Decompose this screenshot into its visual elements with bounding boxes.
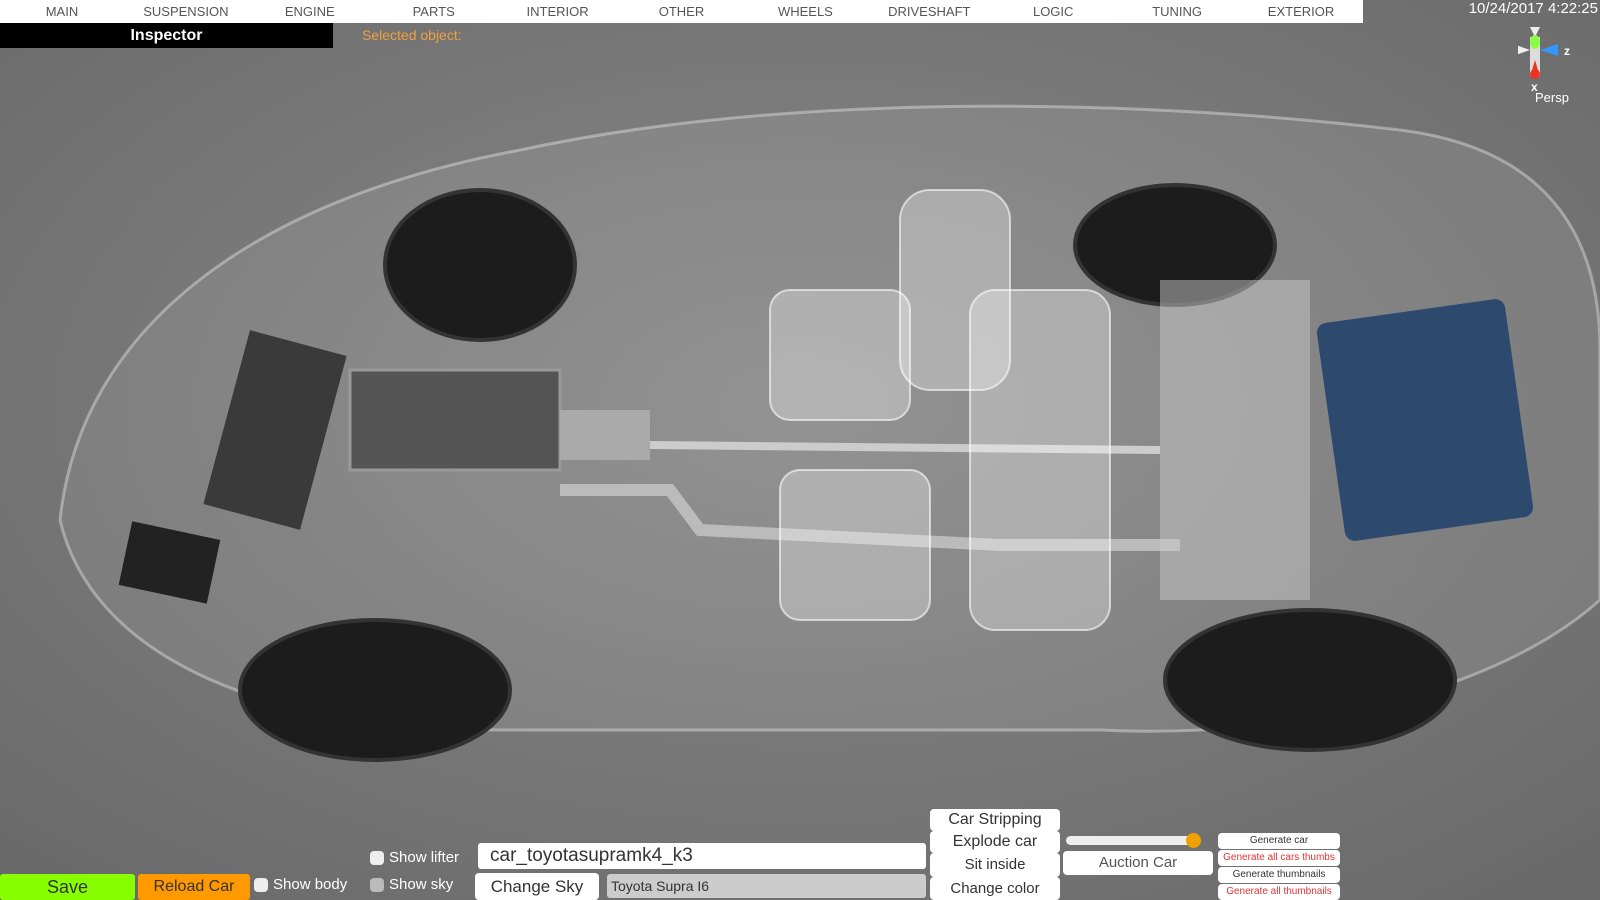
checkbox-box[interactable] [370,850,384,865]
tab-parts[interactable]: PARTS [372,0,496,23]
change-sky-button[interactable]: Change Sky [475,873,599,900]
axis-z-label: z [1564,44,1570,58]
car-name-dropdown[interactable]: Toyota Supra I6 [607,874,926,898]
explode-car-button[interactable]: Explode car [930,831,1060,853]
show-lifter-label: Show lifter [389,849,460,866]
inspector-header: Inspector [0,23,333,48]
tab-other[interactable]: OTHER [620,0,744,23]
fuel-tank [1316,299,1534,541]
rear-suspension [1160,280,1310,600]
engine [348,368,562,472]
tab-engine[interactable]: ENGINE [248,0,372,23]
show-lifter-checkbox[interactable]: Show lifter [370,849,459,866]
car-id-input[interactable]: car_toyotasupramk4_k3 [478,843,926,869]
generate-thumbnails-button[interactable]: Generate thumbnails [1218,867,1340,883]
tab-wheels[interactable]: WHEELS [743,0,867,23]
reload-car-button[interactable]: Reload Car [138,874,250,900]
tab-interior[interactable]: INTERIOR [496,0,620,23]
auction-car-button[interactable]: Auction Car [1063,851,1213,875]
tab-logic[interactable]: LOGIC [991,0,1115,23]
save-button[interactable]: Save [0,874,135,900]
selected-object-label: Selected object: [362,27,462,43]
tab-main[interactable]: MAIN [0,0,124,23]
3d-viewport[interactable] [0,0,1600,900]
slider-track[interactable] [1066,836,1200,845]
show-sky-checkbox[interactable]: Show sky [370,876,453,893]
show-sky-label: Show sky [389,876,454,893]
generate-car-button[interactable]: Generate car [1218,833,1340,849]
checkbox-box[interactable] [254,877,268,892]
tab-suspension[interactable]: SUSPENSION [124,0,248,23]
change-color-button[interactable]: Change color [930,877,1060,900]
tab-driveshaft[interactable]: DRIVESHAFT [867,0,991,23]
projection-label[interactable]: Persp [1535,90,1569,105]
show-body-label: Show body [273,876,348,893]
generate-all-cars-thumbs-button[interactable]: Generate all cars thumbs [1218,850,1340,866]
car-stripping-button[interactable]: Car Stripping [930,809,1060,831]
checkbox-box[interactable] [370,877,384,892]
tab-tuning[interactable]: TUNING [1115,0,1239,23]
tab-exterior[interactable]: EXTERIOR [1239,0,1363,23]
top-nav: MAIN SUSPENSION ENGINE PARTS INTERIOR OT… [0,0,1363,23]
show-body-checkbox[interactable]: Show body [254,876,347,893]
sit-inside-button[interactable]: Sit inside [930,853,1060,877]
gearbox [560,410,650,460]
generate-all-thumbnails-button[interactable]: Generate all thumbnails [1218,884,1340,900]
clock: 10/24/2017 4:22:25 [1468,0,1598,17]
